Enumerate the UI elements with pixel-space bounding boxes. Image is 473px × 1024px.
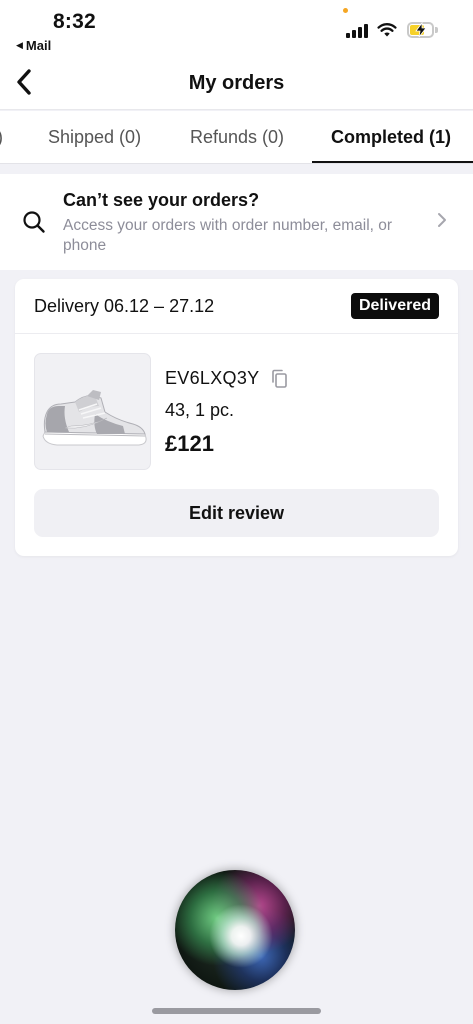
tab-completed[interactable]: Completed (1) <box>331 127 451 148</box>
copy-icon[interactable] <box>270 368 290 390</box>
missing-orders-banner[interactable]: Can’t see your orders? Access your order… <box>0 174 473 270</box>
home-indicator[interactable] <box>152 1008 321 1014</box>
status-badge: Delivered <box>350 293 439 319</box>
back-to-app-link[interactable]: ◀ Mail <box>16 38 51 53</box>
cellular-signal-icon <box>346 24 368 38</box>
back-to-app-label: Mail <box>25 38 52 53</box>
siri-orb <box>175 870 295 990</box>
tab-shipped[interactable]: Shipped (0) <box>48 127 141 148</box>
active-tab-indicator <box>312 161 473 163</box>
status-bar: 8:32 ◀ Mail <box>0 0 473 58</box>
delivery-dates: Delivery 06.12 – 27.12 <box>34 296 215 316</box>
tab-refunds[interactable]: Refunds (0) <box>190 127 284 148</box>
search-icon <box>23 211 45 233</box>
navigation-header: My orders <box>0 58 473 110</box>
product-size-quantity: 43, 1 pc. <box>165 400 235 420</box>
order-card: Delivery 06.12 – 27.12 Delivered EV6LXQ3… <box>15 279 458 556</box>
order-tabs: ) Shipped (0) Refunds (0) Completed (1) <box>0 111 473 164</box>
status-time: 8:32 <box>53 10 96 33</box>
privacy-indicator <box>343 8 348 13</box>
product-code: EV6LXQ3Y <box>165 368 260 388</box>
page-title: My orders <box>188 72 285 94</box>
tab-partial[interactable]: ) <box>0 127 3 148</box>
chevron-right-icon <box>438 213 446 227</box>
charging-bolt-icon <box>415 22 427 38</box>
delivery-row: Delivery 06.12 – 27.12 Delivered <box>15 279 458 334</box>
banner-title: Can’t see your orders? <box>63 190 260 210</box>
banner-subtitle: Access your orders with order number, em… <box>63 217 393 254</box>
edit-review-button[interactable]: Edit review <box>34 489 439 537</box>
back-triangle-icon: ◀ <box>16 40 23 50</box>
wifi-icon <box>377 23 397 37</box>
product-price: £121 <box>165 431 214 456</box>
product-image[interactable] <box>34 353 151 470</box>
battery-cap <box>435 27 438 33</box>
sneaker-icon <box>42 390 147 446</box>
